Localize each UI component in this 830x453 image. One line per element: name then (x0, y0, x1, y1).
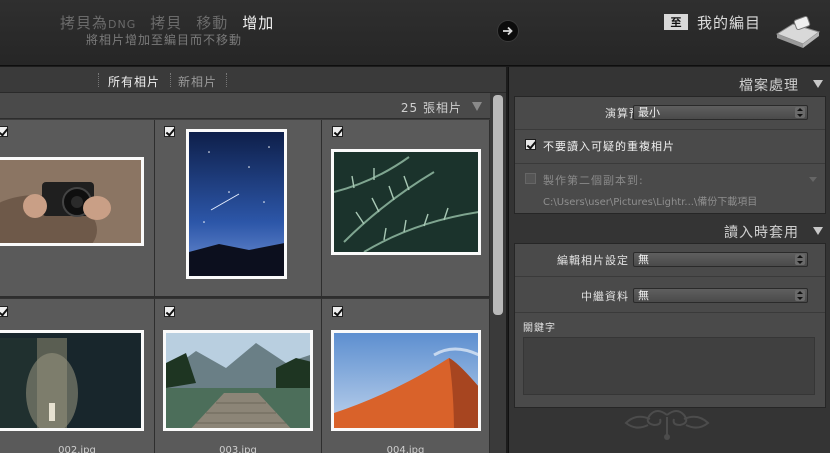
import-mode-selector: 拷貝為DNG 拷貝 移動 增加 (60, 12, 274, 33)
import-settings-panel: 檔案處理 演算預視 最小 不要讀入可疑的重複相片 製作第二個副本到: C:\Us… (508, 67, 830, 453)
grid-scrollbar[interactable] (490, 93, 506, 453)
thumbnail-cell[interactable] (322, 120, 490, 298)
select-arrows-icon (795, 290, 805, 301)
file-handling-section: 演算預視 最小 不要讀入可疑的重複相片 製作第二個副本到: C:\Users\u… (514, 96, 826, 214)
photo-filename: 002.jpg (58, 445, 96, 453)
filter-divider (98, 73, 100, 87)
select-arrows-icon (795, 107, 805, 118)
metadata-select[interactable]: 無 (633, 288, 808, 303)
dark-street-photo-image (0, 333, 141, 428)
keywords-input[interactable] (523, 337, 815, 395)
mode-copy-as-dng[interactable]: 拷貝為DNG (60, 12, 136, 33)
arrow-right-icon (497, 20, 519, 42)
file-handling-header[interactable]: 檔案處理 (509, 70, 830, 96)
mode-copy[interactable]: 拷貝 (150, 12, 182, 33)
photo-checkbox[interactable] (332, 306, 343, 317)
photo-checkbox[interactable] (164, 126, 175, 137)
photo-thumbnail (0, 330, 144, 431)
panel-end-ornament-icon (624, 410, 710, 440)
file-handling-title: 檔案處理 (739, 78, 799, 94)
dont-import-duplicates-label: 不要讀入可疑的重複相片 (543, 140, 675, 153)
photo-filename: 003.jpg (219, 445, 257, 453)
thumbnail-cell[interactable]: 004.jpg (322, 299, 490, 453)
collapse-triangle-icon[interactable] (813, 80, 823, 88)
metadata-label: 中繼資料 (581, 290, 629, 303)
hard-drive-icon (775, 15, 821, 48)
thumbnail-cell[interactable]: 002.jpg (0, 299, 155, 453)
keywords-group: 關鍵字 (515, 313, 825, 407)
filter-bar: 所有相片 新相片 (0, 67, 506, 93)
apply-during-import-header[interactable]: 讀入時套用 (509, 217, 830, 243)
photo-filename: 004.jpg (386, 445, 425, 453)
photo-thumbnail (331, 330, 481, 431)
collapse-triangle-icon[interactable] (472, 102, 482, 111)
keywords-label: 關鍵字 (523, 323, 556, 334)
mode-add[interactable]: 增加 (242, 12, 274, 33)
mode-copy-as-dng-suffix: DNG (108, 18, 137, 31)
chevron-down-icon[interactable] (809, 177, 817, 183)
photo-thumbnail (0, 157, 144, 246)
photo-count-bar: 25 張相片 (0, 93, 490, 119)
filter-divider (170, 73, 172, 87)
render-previews-select[interactable]: 最小 (633, 105, 808, 120)
section-divider (515, 276, 825, 277)
photo-checkbox[interactable] (332, 126, 343, 137)
thumbnail-cell[interactable] (0, 120, 155, 298)
photo-thumbnail (186, 129, 287, 279)
render-previews-value: 最小 (638, 106, 660, 119)
second-copy-label: 製作第二個副本到: (543, 174, 644, 187)
filter-divider (226, 73, 228, 87)
filter-tab-new-photos[interactable]: 新相片 (178, 73, 217, 90)
thumbnail-cell[interactable] (155, 120, 322, 298)
photo-grid-panel: 所有相片 新相片 25 張相片 002.jpg 003.jpg 004.jpg (0, 67, 506, 453)
lightroom-import-window: 拷貝為DNG 拷貝 移動 增加 將相片增加至編目而不移動 至 我的編目 所有相片… (0, 0, 830, 453)
camera-photo-image (0, 160, 141, 243)
destination-badge: 至 (664, 14, 688, 30)
mode-copy-as-dng-label: 拷貝為 (60, 14, 109, 32)
mode-description: 將相片增加至編目而不移動 (86, 33, 243, 47)
photo-thumbnail (331, 149, 481, 255)
photo-checkbox[interactable] (164, 306, 175, 317)
photo-count: 25 張相片 (400, 101, 462, 115)
second-copy-path: C:\Users\user\Pictures\Lightr...\備份下載項目 (543, 197, 758, 208)
collapse-triangle-icon[interactable] (813, 227, 823, 235)
filter-tab-all-photos[interactable]: 所有相片 (108, 73, 160, 90)
fern-photo-image (334, 152, 478, 252)
develop-settings-select[interactable]: 無 (633, 252, 808, 267)
apply-during-import-title: 讀入時套用 (724, 225, 799, 241)
section-divider (515, 129, 825, 130)
import-top-bar: 拷貝為DNG 拷貝 移動 增加 將相片增加至編目而不移動 至 我的編目 (0, 0, 830, 66)
photo-thumbnail (163, 330, 313, 431)
photo-checkbox[interactable] (0, 126, 8, 137)
destination-label[interactable]: 我的編目 (697, 12, 761, 33)
thumbnail-cell[interactable]: 003.jpg (155, 299, 322, 453)
lake-pier-photo-image (166, 333, 310, 428)
thumbnail-grid: 002.jpg 003.jpg 004.jpg (0, 120, 490, 453)
second-copy-checkbox[interactable] (525, 173, 536, 184)
develop-settings-value: 無 (638, 253, 649, 266)
develop-settings-label: 編輯相片設定 (557, 254, 629, 267)
night-sky-photo-image (189, 132, 284, 276)
mode-move[interactable]: 移動 (196, 12, 228, 33)
metadata-value: 無 (638, 289, 649, 302)
dont-import-duplicates-checkbox[interactable] (525, 139, 536, 150)
sand-dune-photo-image (334, 333, 478, 428)
photo-checkbox[interactable] (0, 306, 8, 317)
section-divider (515, 163, 825, 164)
scrollbar-thumb[interactable] (493, 95, 503, 315)
apply-during-import-section: 編輯相片設定 無 中繼資料 無 關鍵字 (514, 243, 826, 408)
select-arrows-icon (795, 254, 805, 265)
